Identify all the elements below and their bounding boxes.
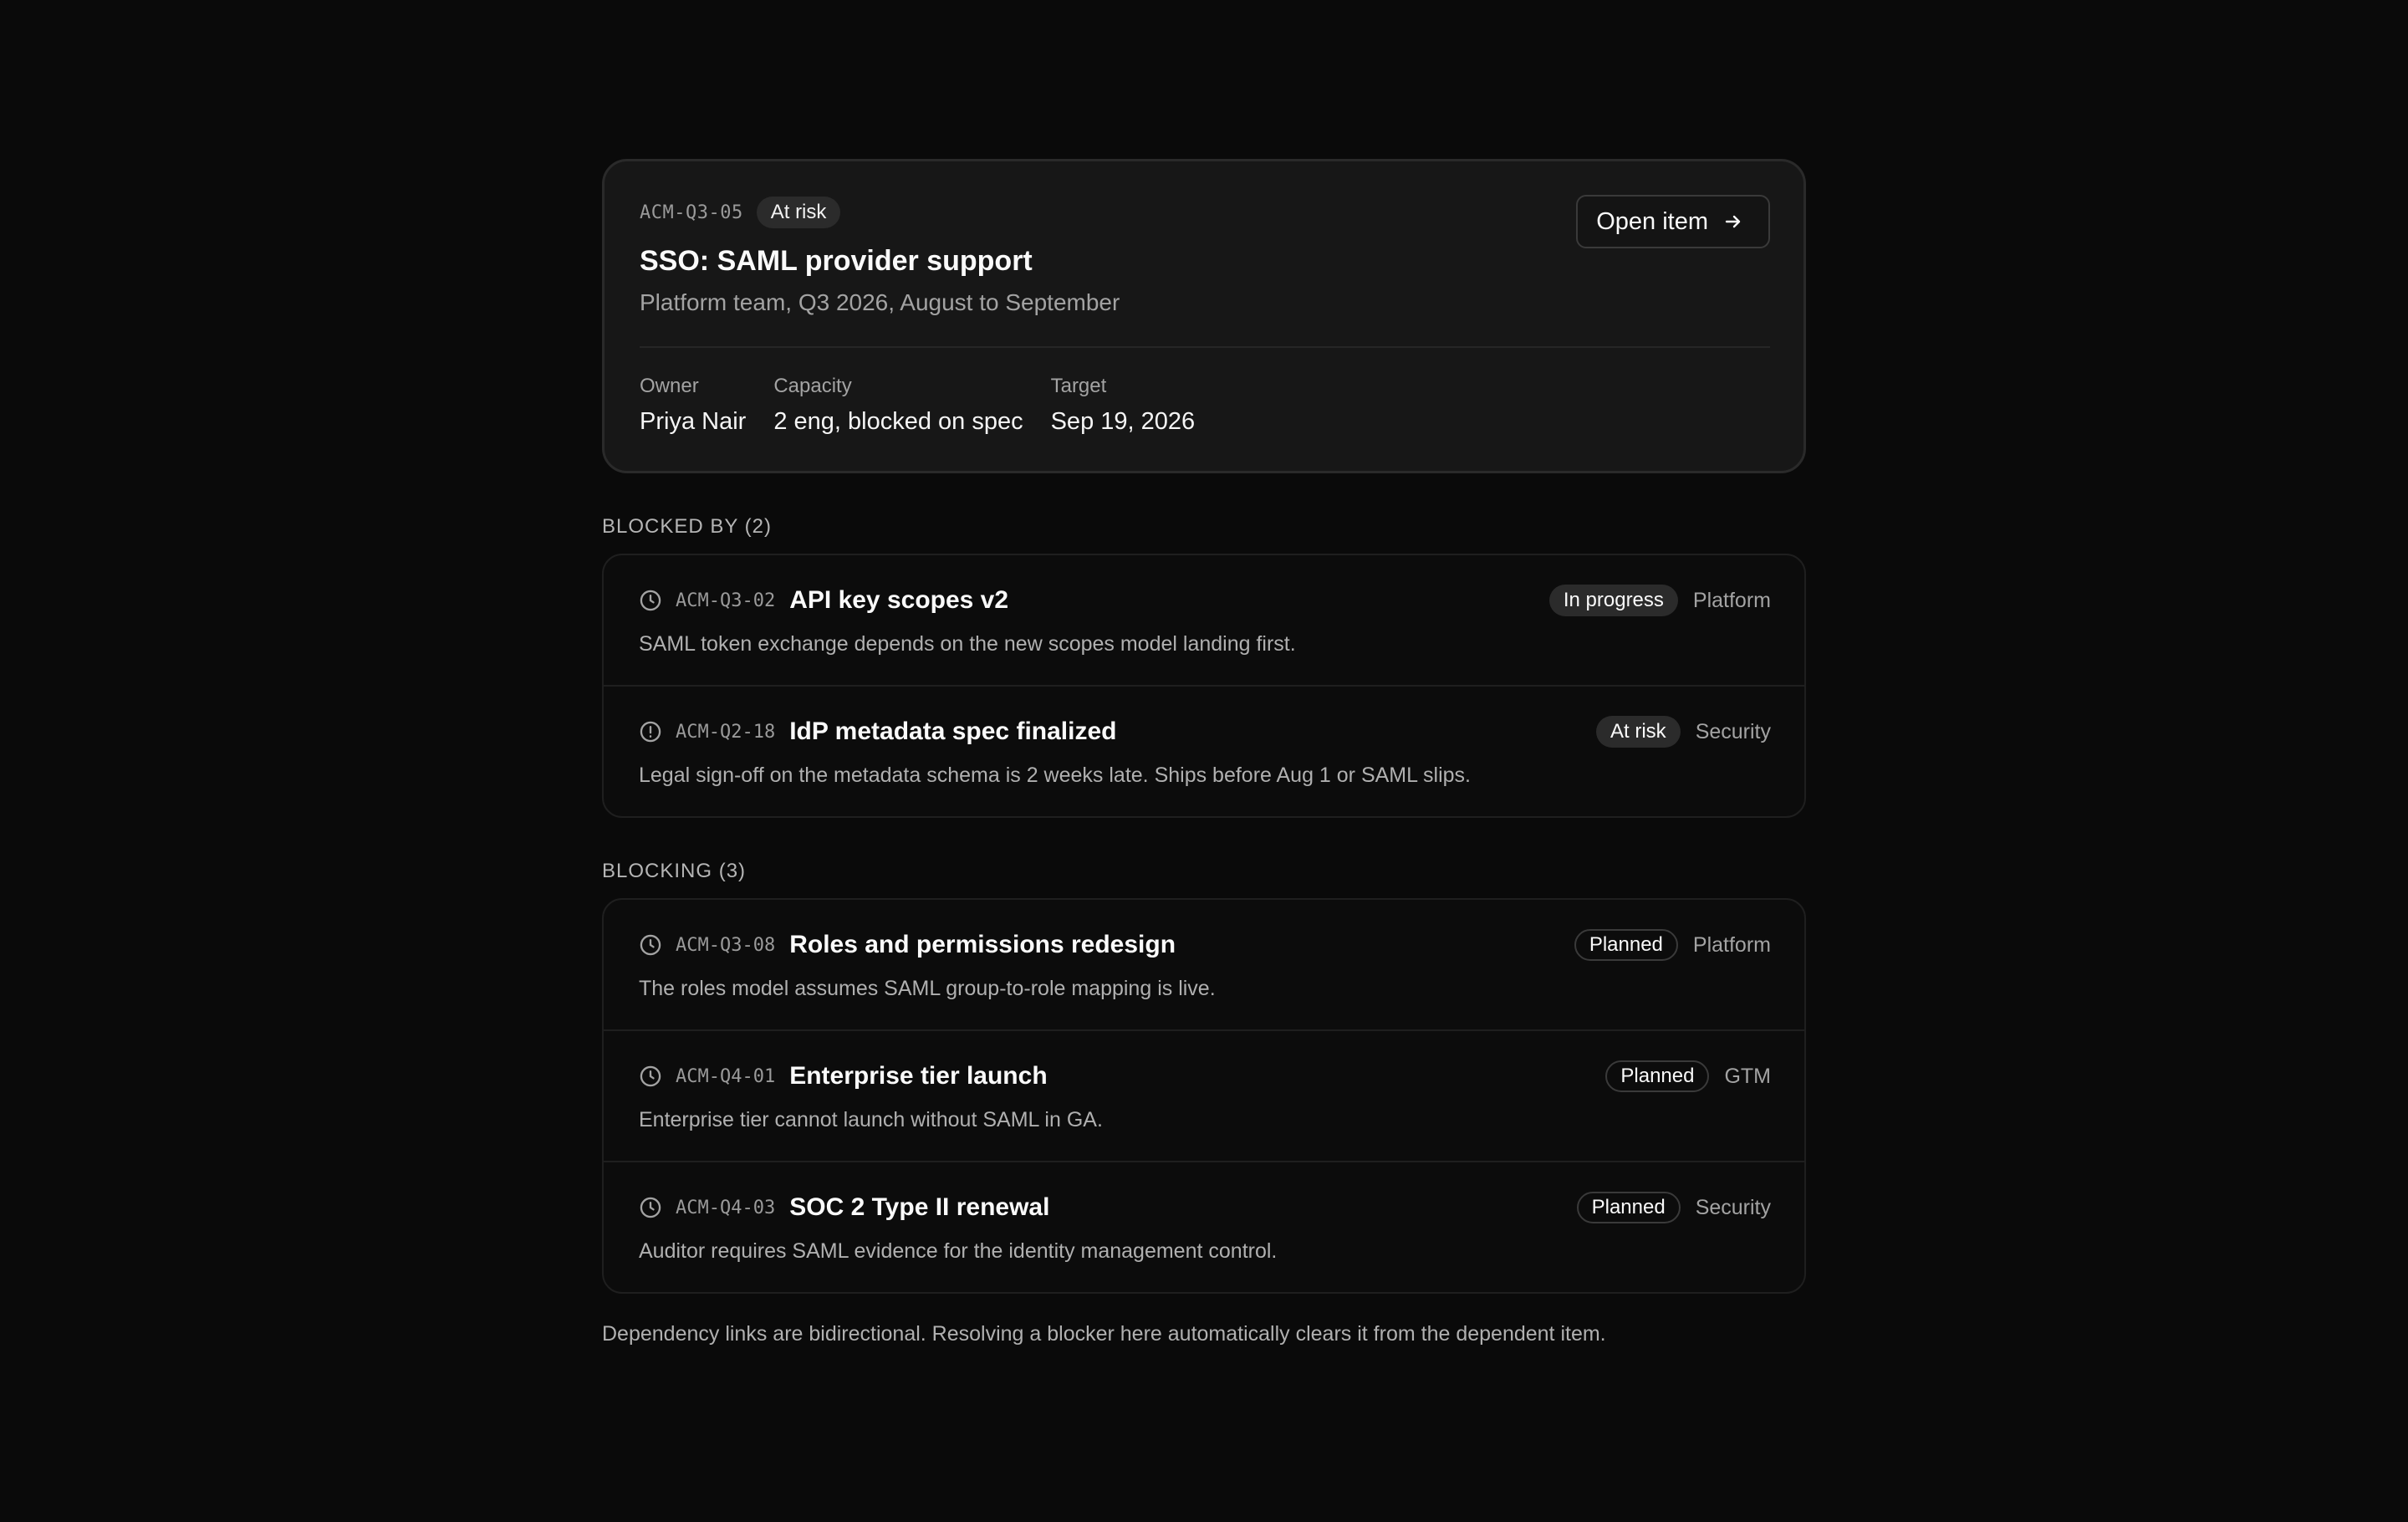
row-id: ACM-Q4-03 — [676, 1197, 776, 1218]
item-header-card: ACM-Q3-05 At risk SSO: SAML provider sup… — [602, 159, 1806, 473]
row-description: Legal sign-off on the metadata schema is… — [639, 764, 1472, 787]
blocking-list: ACM-Q3-08 Roles and permissions redesign… — [602, 898, 1806, 1294]
status-badge: Planned — [1574, 929, 1678, 961]
clock-icon — [640, 1065, 661, 1087]
row-id: ACM-Q2-18 — [676, 721, 776, 743]
row-id: ACM-Q3-08 — [676, 934, 776, 956]
team-label: GTM — [1724, 1064, 1771, 1088]
arrow-right-icon — [1725, 215, 1741, 228]
meta-value: Sep 19, 2026 — [1050, 408, 1196, 435]
status-badge: At risk — [756, 197, 841, 228]
row-description: Enterprise tier cannot launch without SA… — [639, 1108, 1103, 1131]
item-subtitle: Platform team, Q3 2026, August to Septem… — [640, 289, 1120, 315]
blocked-by-list: ACM-Q3-02 API key scopes v2 In progress … — [602, 554, 1806, 818]
status-badge: At risk — [1596, 716, 1681, 748]
meta-key: Target — [1050, 375, 1107, 397]
meta-value: Priya Nair — [640, 408, 747, 435]
meta-capacity: Capacity 2 eng, blocked on spec — [773, 375, 1023, 436]
blocking-heading: BLOCKING (3) — [602, 860, 747, 882]
clock-icon — [640, 1197, 661, 1218]
meta-key: Owner — [640, 375, 699, 397]
meta-key: Capacity — [773, 375, 852, 397]
dependency-panel: ACM-Q3-05 At risk SSO: SAML provider sup… — [602, 159, 1806, 1346]
list-item[interactable]: ACM-Q3-08 Roles and permissions redesign… — [604, 900, 1804, 1029]
footer-note: Dependency links are bidirectional. Reso… — [602, 1322, 1606, 1346]
row-id: ACM-Q3-02 — [676, 590, 776, 611]
meta-owner: Owner Priya Nair — [640, 375, 746, 436]
team-label: Security — [1695, 719, 1771, 743]
open-item-label: Open item — [1596, 207, 1708, 235]
row-title[interactable]: API key scopes v2 — [789, 586, 1008, 615]
clock-icon — [640, 934, 661, 956]
team-label: Platform — [1692, 588, 1771, 612]
item-id: ACM-Q3-05 — [640, 202, 743, 223]
divider — [640, 346, 1770, 348]
status-badge: Planned — [1605, 1060, 1710, 1092]
item-title: SSO: SAML provider support — [640, 245, 1033, 277]
status-badge: In progress — [1548, 585, 1678, 616]
row-title[interactable]: SOC 2 Type II renewal — [789, 1193, 1049, 1222]
list-item[interactable]: ACM-Q2-18 IdP metadata spec finalized At… — [604, 685, 1804, 816]
row-title[interactable]: IdP metadata spec finalized — [789, 718, 1116, 746]
blocked-by-heading: BLOCKED BY (2) — [602, 515, 772, 538]
row-title[interactable]: Enterprise tier launch — [789, 1062, 1047, 1090]
team-label: Platform — [1692, 932, 1771, 957]
list-item[interactable]: ACM-Q3-02 API key scopes v2 In progress … — [604, 555, 1804, 685]
list-item[interactable]: ACM-Q4-03 SOC 2 Type II renewal Planned … — [604, 1161, 1804, 1292]
meta-value: 2 eng, blocked on spec — [773, 408, 1023, 435]
open-item-button[interactable]: Open item — [1576, 195, 1770, 248]
row-title[interactable]: Roles and permissions redesign — [789, 931, 1176, 959]
team-label: Security — [1695, 1195, 1771, 1219]
meta-target: Target Sep 19, 2026 — [1051, 375, 1196, 436]
status-badge: Planned — [1576, 1192, 1681, 1223]
row-description: Auditor requires SAML evidence for the i… — [639, 1239, 1278, 1263]
row-description: The roles model assumes SAML group-to-ro… — [639, 977, 1216, 1000]
row-description: SAML token exchange depends on the new s… — [639, 632, 1296, 656]
clock-icon — [640, 590, 661, 611]
row-id: ACM-Q4-01 — [676, 1065, 776, 1087]
item-meta: Owner Priya Nair Capacity 2 eng, blocked… — [640, 375, 1770, 436]
list-item[interactable]: ACM-Q4-01 Enterprise tier launch Planned… — [604, 1029, 1804, 1161]
alert-circle-icon — [640, 721, 661, 743]
